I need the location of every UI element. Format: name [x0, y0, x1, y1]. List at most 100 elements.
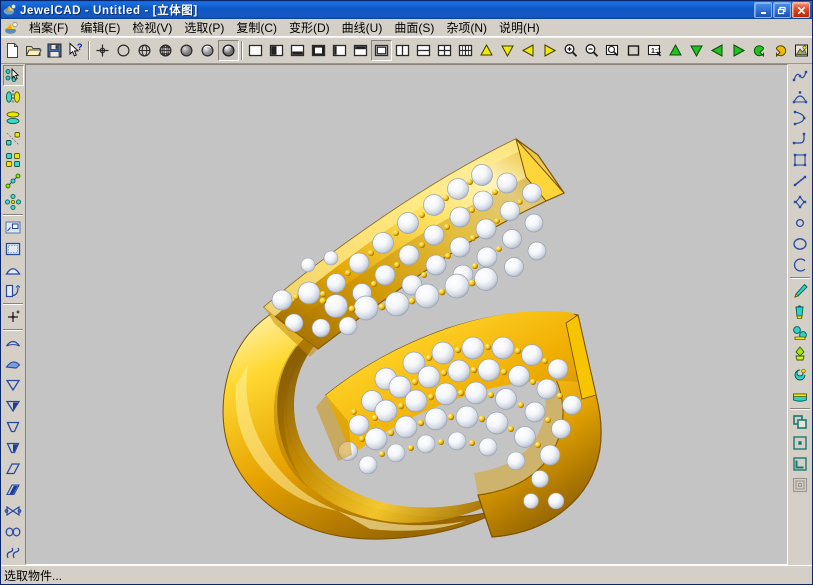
3d-viewport[interactable]	[26, 65, 787, 564]
select-object-icon[interactable]	[3, 65, 24, 86]
dome-surface-icon[interactable]	[3, 259, 24, 280]
pan-right-icon[interactable]	[539, 40, 560, 61]
extrude-surface-icon[interactable]	[3, 280, 24, 301]
zoom-window-icon[interactable]	[602, 40, 623, 61]
status-pane	[66, 568, 810, 583]
wedge-outline-icon[interactable]	[3, 416, 24, 437]
move-copy-icon[interactable]	[3, 128, 24, 149]
add-point-icon[interactable]	[3, 306, 24, 327]
arc-control-icon[interactable]	[790, 86, 811, 107]
context-help-icon[interactable]: ?	[65, 40, 86, 61]
bowtie-icon[interactable]	[3, 500, 24, 521]
zoom-in-icon[interactable]	[560, 40, 581, 61]
box-control-icon[interactable]	[790, 149, 811, 170]
node-edit-icon[interactable]	[790, 191, 811, 212]
mirror-object-icon[interactable]	[3, 86, 24, 107]
shaded-sphere-icon[interactable]	[176, 40, 197, 61]
pan-down-icon[interactable]	[497, 40, 518, 61]
rotate-down-icon[interactable]	[686, 40, 707, 61]
zoom-all-icon[interactable]: 1:1	[644, 40, 665, 61]
zoom-extents-icon[interactable]	[623, 40, 644, 61]
menu-curve[interactable]: 曲线(U)	[336, 18, 389, 38]
title-bar: JewelCAD - Untitled - [立体图]	[1, 1, 812, 19]
texture-swirl-icon[interactable]	[790, 364, 811, 385]
pan-left-icon[interactable]	[518, 40, 539, 61]
rotate-left-icon[interactable]	[707, 40, 728, 61]
point-mode-icon[interactable]	[92, 40, 113, 61]
new-file-icon[interactable]	[2, 40, 23, 61]
ellipse-icon[interactable]	[790, 233, 811, 254]
arc-open-icon[interactable]	[790, 254, 811, 275]
paint-bucket-icon[interactable]	[790, 301, 811, 322]
menu-edit[interactable]: 编辑(E)	[74, 18, 126, 38]
arc-curve-icon[interactable]	[3, 332, 24, 353]
linear-array-icon[interactable]	[3, 170, 24, 191]
rotate-up-icon[interactable]	[665, 40, 686, 61]
infinity-curve-icon[interactable]	[3, 521, 24, 542]
gem-setting-icon[interactable]	[790, 322, 811, 343]
join-curve-icon[interactable]	[790, 128, 811, 149]
metal-band-icon[interactable]	[790, 385, 811, 406]
menu-view[interactable]: 检视(V)	[126, 18, 178, 38]
bg-gradient-bottom-icon[interactable]	[287, 40, 308, 61]
layout-grid-icon[interactable]	[455, 40, 476, 61]
wedge-filled-icon[interactable]	[3, 437, 24, 458]
save-file-icon[interactable]	[44, 40, 65, 61]
layout-two-vertical-icon[interactable]	[392, 40, 413, 61]
document-icon[interactable]	[3, 20, 19, 35]
layout-two-horizontal-icon[interactable]	[413, 40, 434, 61]
menu-surface[interactable]: 曲面(S)	[388, 18, 440, 38]
paint-brush-icon[interactable]	[790, 280, 811, 301]
wireframe-sphere-icon[interactable]	[134, 40, 155, 61]
rotate-right-icon[interactable]	[728, 40, 749, 61]
line-segment-icon[interactable]	[790, 170, 811, 191]
rendered-sphere-icon[interactable]	[218, 40, 239, 61]
layer-corner-icon[interactable]	[790, 453, 811, 474]
menu-deform[interactable]: 变形(D)	[283, 18, 336, 38]
menu-select[interactable]: 选取(P)	[178, 18, 230, 38]
rectangle-surface-icon[interactable]	[3, 238, 24, 259]
layer-nested-icon[interactable]	[790, 474, 811, 495]
bg-white-icon[interactable]	[245, 40, 266, 61]
restore-button[interactable]	[773, 2, 791, 18]
menu-help[interactable]: 说明(H)	[493, 18, 546, 38]
menu-misc[interactable]: 杂项(N)	[440, 18, 493, 38]
workspace	[1, 64, 812, 565]
bg-gradient-top-icon[interactable]	[350, 40, 371, 61]
jewelcad-window: JewelCAD - Untitled - [立体图]	[0, 0, 813, 585]
layer-single-icon[interactable]	[790, 432, 811, 453]
bg-boxed-icon[interactable]	[371, 40, 392, 61]
insert-object-icon[interactable]	[3, 217, 24, 238]
menu-file[interactable]: 档案(F)	[23, 18, 74, 38]
layout-four-icon[interactable]	[434, 40, 455, 61]
parallelogram-filled-icon[interactable]	[3, 479, 24, 500]
split-curve-icon[interactable]	[790, 107, 811, 128]
layer-copy-icon[interactable]	[790, 411, 811, 432]
minimize-button[interactable]	[754, 2, 772, 18]
array-copy-icon[interactable]	[3, 149, 24, 170]
parallelogram-outline-icon[interactable]	[3, 458, 24, 479]
dense-wireframe-icon[interactable]	[155, 40, 176, 61]
prong-setting-icon[interactable]	[790, 343, 811, 364]
circular-array-icon[interactable]	[3, 191, 24, 212]
render-scene-icon[interactable]	[791, 40, 812, 61]
zoom-out-icon[interactable]	[581, 40, 602, 61]
menu-copy[interactable]: 复制(C)	[230, 18, 283, 38]
pan-up-icon[interactable]	[476, 40, 497, 61]
circle-small-icon[interactable]	[790, 212, 811, 233]
bg-split-vertical-icon[interactable]	[266, 40, 287, 61]
spiral-curve-icon[interactable]	[3, 353, 24, 374]
wave-curve-icon[interactable]	[3, 542, 24, 563]
rotate-cw-icon[interactable]	[770, 40, 791, 61]
triangle-filled-icon[interactable]	[3, 395, 24, 416]
shaded-highlight-icon[interactable]	[197, 40, 218, 61]
triangle-outline-icon[interactable]	[3, 374, 24, 395]
open-file-icon[interactable]	[23, 40, 44, 61]
close-button[interactable]	[792, 2, 810, 18]
bg-black-frame-icon[interactable]	[308, 40, 329, 61]
wireframe-outline-icon[interactable]	[113, 40, 134, 61]
control-point-curve-icon[interactable]	[790, 65, 811, 86]
bg-plain-icon[interactable]	[329, 40, 350, 61]
rotate-ccw-icon[interactable]	[749, 40, 770, 61]
flip-object-icon[interactable]	[3, 107, 24, 128]
